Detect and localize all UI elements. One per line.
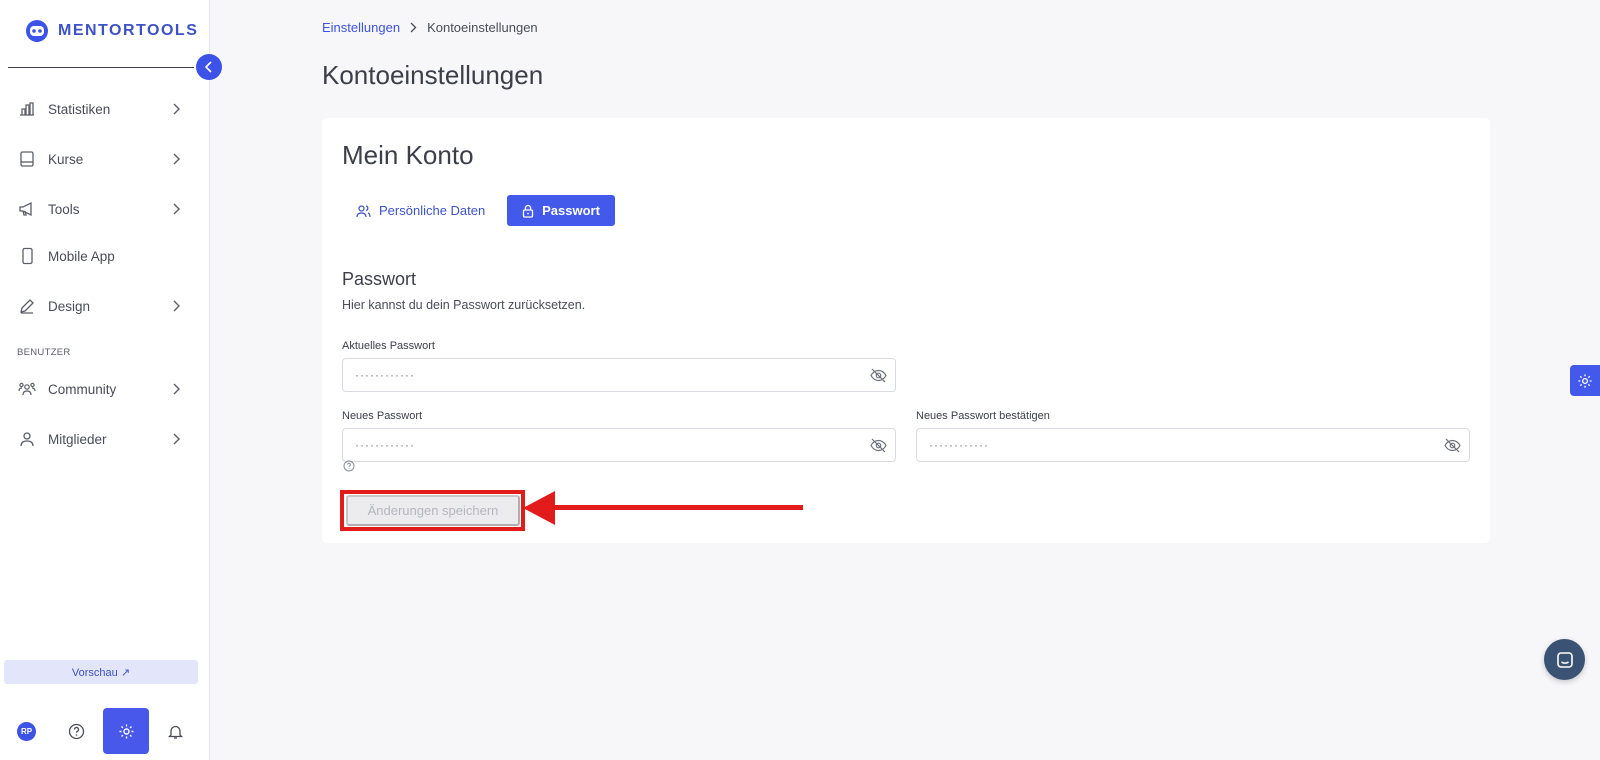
new-password-input[interactable]	[355, 429, 855, 461]
account-card: Mein Konto Persönliche Daten Passwort Pa…	[322, 118, 1490, 543]
chevron-right-icon	[173, 153, 180, 165]
gear-icon	[1578, 373, 1592, 388]
tab-label: Passwort	[542, 203, 600, 218]
new-password-label: Neues Passwort	[342, 410, 423, 422]
logo[interactable]: MENTORTOOLS	[24, 18, 198, 44]
sidebar-item-statistiken[interactable]: Statistiken	[0, 91, 200, 127]
confirm-password-input[interactable]	[929, 429, 1429, 461]
breadcrumb-link[interactable]: Einstellungen	[322, 20, 400, 35]
save-changes-button[interactable]: Änderungen speichern	[346, 495, 520, 526]
chevron-right-icon	[173, 433, 180, 445]
sidebar-item-label: Mitglieder	[48, 431, 107, 447]
settings-button[interactable]	[103, 708, 149, 754]
avatar[interactable]: RP	[17, 722, 36, 741]
help-button[interactable]	[53, 708, 99, 754]
sidebar-item-tools[interactable]: Tools	[0, 191, 200, 227]
bar-chart-icon	[20, 102, 34, 116]
notifications-button[interactable]	[152, 708, 198, 754]
sidebar-item-label: Statistiken	[48, 101, 111, 117]
confirm-password-label: Neues Passwort bestätigen	[916, 410, 1050, 422]
chevron-right-icon	[173, 300, 180, 312]
eye-off-icon[interactable]	[1444, 438, 1461, 453]
sidebar-item-mitglieder[interactable]: Mitglieder	[0, 421, 200, 457]
collapse-sidebar-button[interactable]	[196, 54, 222, 80]
sidebar-section-label: BENUTZER	[17, 347, 71, 358]
book-icon	[20, 151, 34, 167]
sidebar-item-community[interactable]: Community	[0, 371, 200, 407]
card-title: Mein Konto	[342, 140, 474, 170]
sidebar-item-mobile-app[interactable]: Mobile App	[0, 238, 200, 274]
sidebar-divider	[8, 67, 194, 68]
chevron-right-icon	[173, 203, 180, 215]
robot-logo-icon	[26, 20, 48, 42]
user-icon	[20, 432, 34, 447]
logo-text: MENTORTOOLS	[58, 22, 199, 39]
annotation-arrow-line	[553, 505, 803, 510]
lock-icon	[522, 204, 534, 218]
chevron-right-icon	[410, 22, 417, 33]
new-password-field[interactable]	[342, 428, 896, 462]
sidebar-item-design[interactable]: Design	[0, 288, 200, 324]
bell-icon	[167, 725, 183, 739]
question-circle-icon	[68, 723, 84, 739]
current-password-label: Aktuelles Passwort	[342, 340, 435, 352]
chevron-right-icon	[173, 383, 180, 395]
section-title: Passwort	[342, 269, 417, 289]
tab-password[interactable]: Passwort	[507, 195, 615, 226]
preview-button[interactable]: Vorschau ↗	[4, 660, 198, 684]
sidebar: MENTORTOOLS Statistiken Kurse Tools Mobi…	[0, 0, 210, 760]
breadcrumb-current: Kontoeinstellungen	[427, 20, 538, 35]
current-password-field[interactable]	[342, 358, 896, 392]
tab-label: Persönliche Daten	[379, 203, 486, 218]
sidebar-item-label: Mobile App	[48, 248, 115, 264]
confirm-password-field[interactable]	[916, 428, 1470, 462]
sidebar-item-label: Design	[48, 298, 91, 314]
chevron-right-icon	[173, 103, 180, 115]
annotation-arrow-head	[523, 491, 555, 525]
floating-settings-button[interactable]	[1570, 365, 1600, 396]
megaphone-icon	[19, 201, 32, 217]
sidebar-bottom-bar: RP	[0, 708, 205, 758]
gear-icon	[119, 724, 133, 738]
tab-personal-data[interactable]: Persönliche Daten	[344, 195, 497, 226]
current-password-input[interactable]	[355, 359, 855, 391]
section-description: Hier kannst du dein Passwort zurücksetze…	[342, 298, 586, 312]
mobile-phone-icon	[22, 247, 33, 265]
sidebar-item-label: Community	[48, 381, 117, 397]
chat-widget-button[interactable]	[1544, 639, 1585, 680]
sidebar-item-kurse[interactable]: Kurse	[0, 141, 200, 177]
community-icon	[18, 382, 36, 396]
eye-off-icon[interactable]	[870, 438, 887, 453]
sidebar-item-label: Kurse	[48, 151, 84, 167]
chevron-left-icon	[205, 61, 212, 73]
password-hint-icon[interactable]	[343, 460, 355, 472]
eye-off-icon[interactable]	[870, 368, 887, 383]
sidebar-item-label: Tools	[48, 201, 80, 217]
breadcrumb: Einstellungen Kontoeinstellungen	[322, 20, 538, 35]
pencil-icon	[20, 299, 34, 314]
users-icon	[356, 204, 371, 217]
chat-icon	[1556, 651, 1573, 668]
page-title: Kontoeinstellungen	[322, 60, 544, 90]
